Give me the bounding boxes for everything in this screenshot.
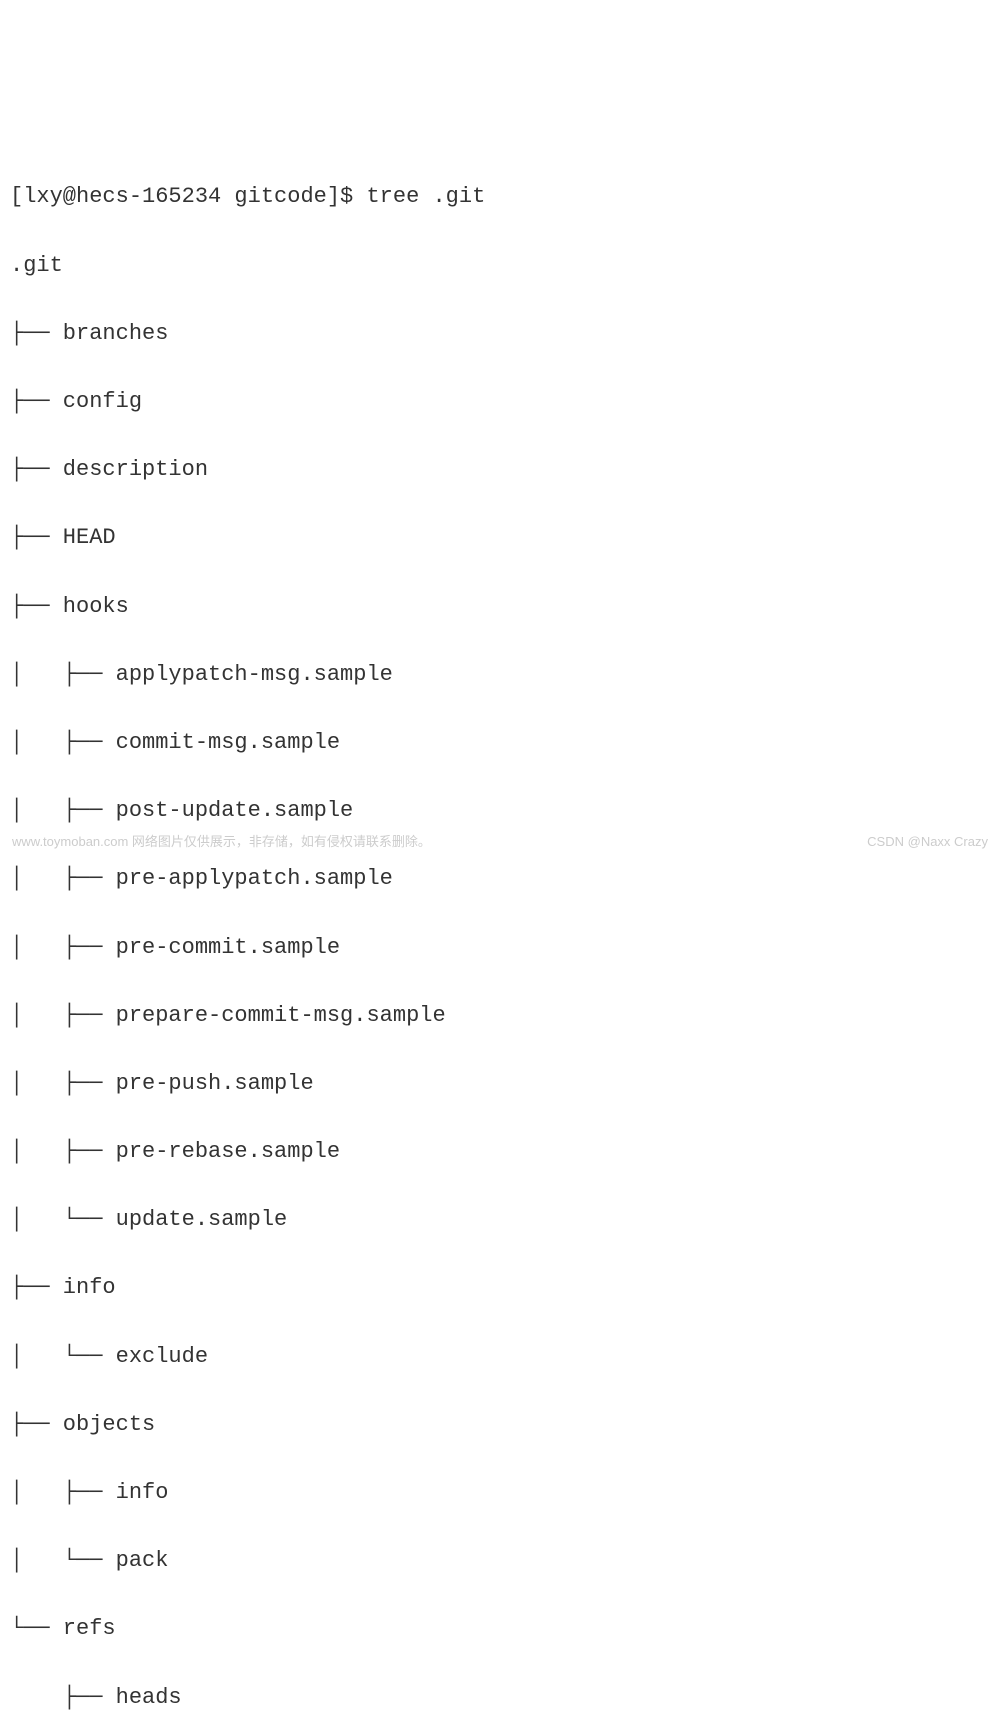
tree-line: │ └── exclude <box>10 1340 990 1374</box>
tree-line: │ ├── pre-push.sample <box>10 1067 990 1101</box>
tree-line: │ ├── pre-commit.sample <box>10 931 990 965</box>
tree-line: ├── branches <box>10 317 990 351</box>
tree-line: │ ├── post-update.sample <box>10 794 990 828</box>
tree-line: │ ├── pre-applypatch.sample <box>10 862 990 896</box>
tree-line: ├── heads <box>10 1681 990 1715</box>
tree-line: ├── objects <box>10 1408 990 1442</box>
tree-line: ├── description <box>10 453 990 487</box>
tree-line: │ ├── prepare-commit-msg.sample <box>10 999 990 1033</box>
tree-line: └── refs <box>10 1612 990 1646</box>
tree-line: │ ├── info <box>10 1476 990 1510</box>
tree-line: ├── info <box>10 1271 990 1305</box>
watermark-right: CSDN @Naxx Crazy <box>867 832 988 852</box>
tree-line: ├── HEAD <box>10 521 990 555</box>
tree-root: .git <box>10 249 990 283</box>
command-prompt: [lxy@hecs-165234 gitcode]$ tree .git <box>10 180 990 214</box>
tree-line: ├── config <box>10 385 990 419</box>
tree-line: │ ├── commit-msg.sample <box>10 726 990 760</box>
terminal-output: [lxy@hecs-165234 gitcode]$ tree .git .gi… <box>10 146 990 1724</box>
tree-line: │ └── pack <box>10 1544 990 1578</box>
watermark-left: www.toymoban.com 网络图片仅供展示，非存储，如有侵权请联系删除。 <box>12 832 431 852</box>
tree-line: ├── hooks <box>10 590 990 624</box>
tree-line: │ ├── pre-rebase.sample <box>10 1135 990 1169</box>
tree-line: │ ├── applypatch-msg.sample <box>10 658 990 692</box>
tree-line: │ └── update.sample <box>10 1203 990 1237</box>
